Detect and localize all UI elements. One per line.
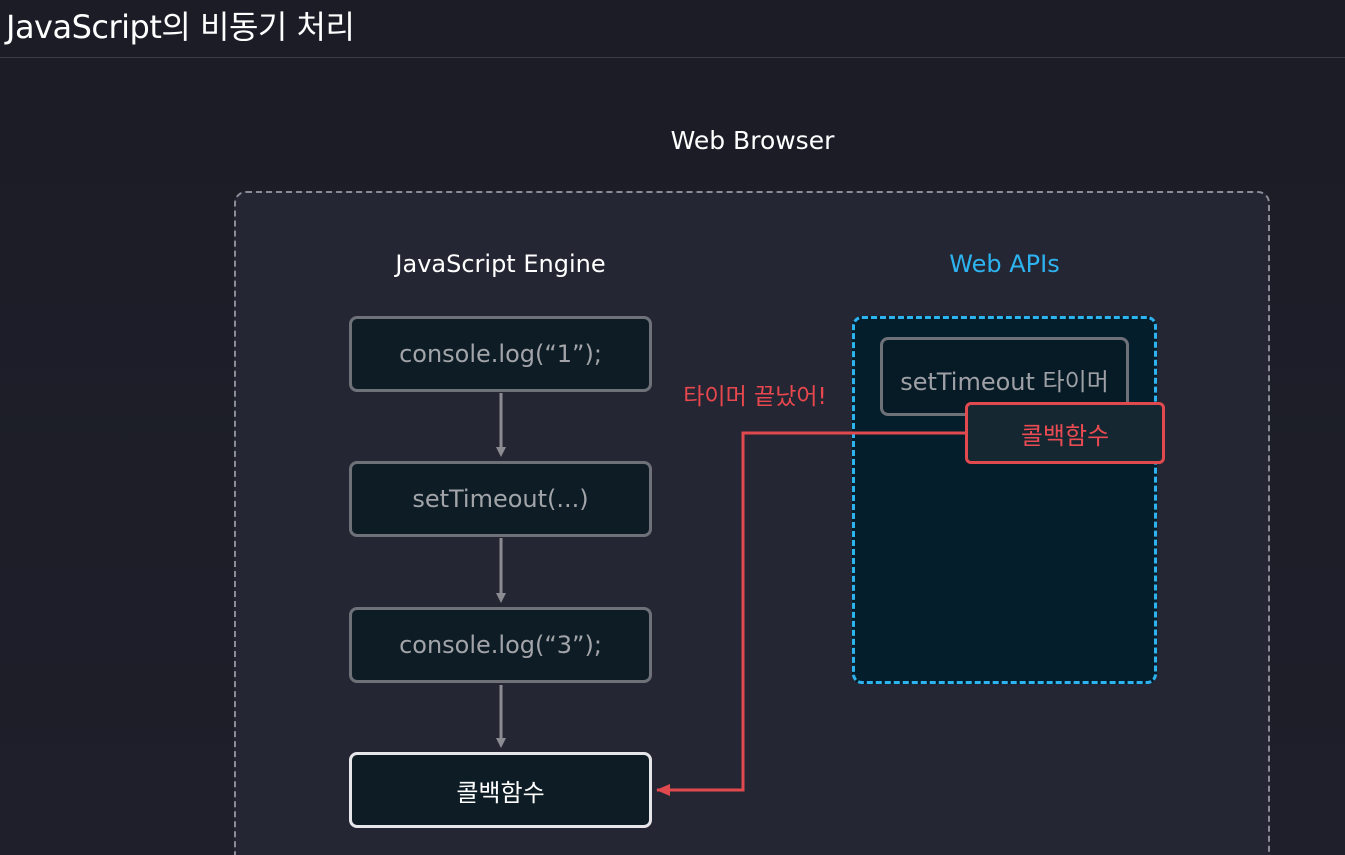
web-apis-callback-box: 콜백함수 xyxy=(965,402,1165,464)
header: JavaScript의 비동기 처리 xyxy=(0,0,1345,58)
stack-item-console-log-1: console.log(“1”); xyxy=(349,316,652,392)
timer-done-label: 타이머 끝났어! xyxy=(683,384,827,410)
stack-item-callback: 콜백함수 xyxy=(349,752,652,828)
web-apis-label: Web APIs xyxy=(949,250,1060,278)
stack-item-console-log-3: console.log(“3”); xyxy=(349,607,652,683)
web-browser-label: Web Browser xyxy=(670,126,835,155)
page-title: JavaScript의 비동기 처리 xyxy=(6,8,355,46)
javascript-engine-label: JavaScript Engine xyxy=(395,250,606,278)
slide: JavaScript의 비동기 처리 Web Browser JavaScrip… xyxy=(0,0,1345,855)
stack-item-set-timeout: setTimeout(...) xyxy=(349,461,652,537)
